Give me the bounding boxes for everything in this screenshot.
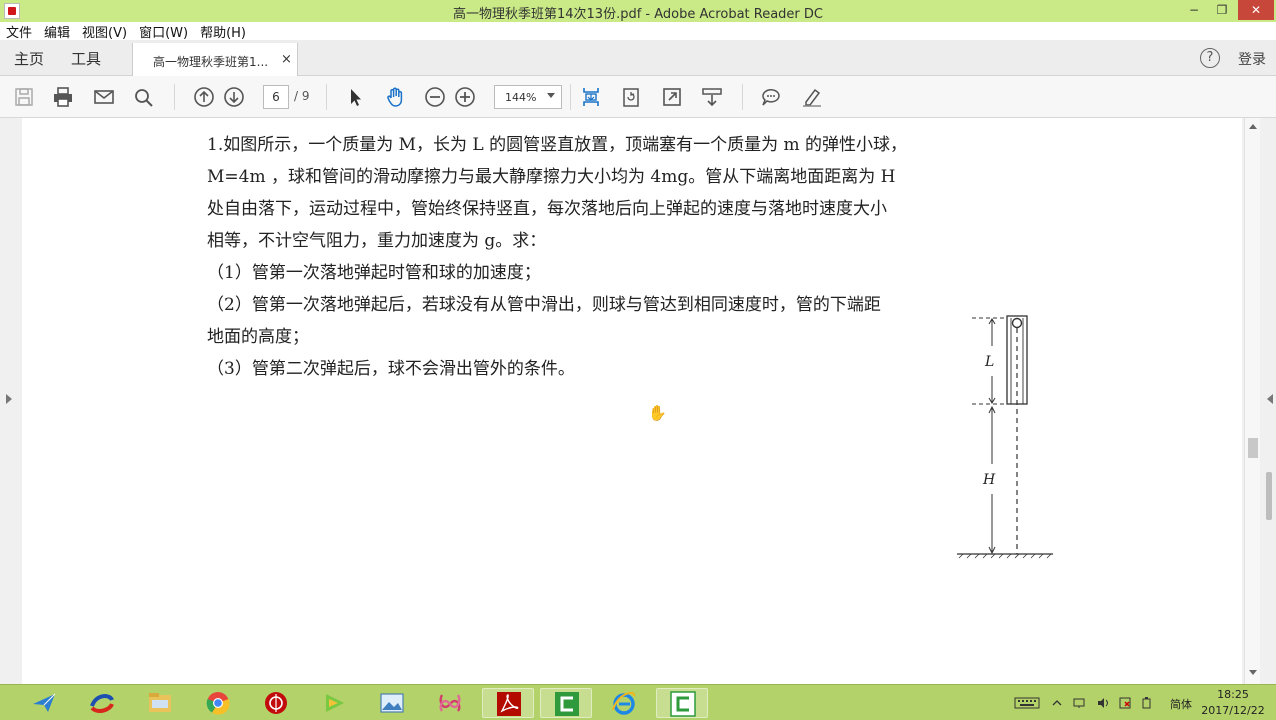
- document-area: 1.如图所示，一个质量为 M，长为 L 的圆管竖直放置，顶端塞有一个质量为 m …: [0, 118, 1276, 684]
- question-1: （1）管第一次落地弹起时管和球的加速度；: [207, 263, 541, 283]
- tube-figure: L H: [957, 315, 1053, 559]
- hand-tool-icon[interactable]: [384, 86, 408, 108]
- network-icon[interactable]: [1072, 697, 1086, 709]
- right-panel-rail: [1262, 118, 1276, 684]
- menu-help[interactable]: 帮助(H): [200, 22, 246, 41]
- keyboard-icon[interactable]: [1014, 697, 1040, 709]
- fullscreen-icon[interactable]: [660, 86, 684, 108]
- question-2-continued: 地面的高度；: [207, 327, 309, 347]
- question-3: （3）管第二次弹起后，球不会滑出管外的条件。: [207, 359, 575, 379]
- title-bar: 高一物理秋季班第14次13份.pdf - Adobe Acrobat Reade…: [0, 0, 1276, 22]
- photo-viewer-icon[interactable]: [366, 688, 418, 718]
- power-icon[interactable]: [1140, 697, 1154, 709]
- right-panel-scroll-thumb[interactable]: [1266, 472, 1272, 520]
- tray-expand-icon[interactable]: [1052, 697, 1062, 709]
- figure-label-H: H: [982, 472, 996, 488]
- email-icon[interactable]: [92, 86, 116, 108]
- toolbar: 6 / 9 144%: [0, 76, 1276, 118]
- camtasia-recorder-icon[interactable]: [656, 688, 708, 718]
- media-player-icon[interactable]: [308, 688, 360, 718]
- acrobat-icon[interactable]: [482, 688, 534, 718]
- toolbar-separator: [742, 84, 743, 110]
- scrollbar-thumb[interactable]: [1248, 438, 1258, 458]
- hand-cursor-icon: ✋: [648, 404, 667, 422]
- pdf-page: 1.如图所示，一个质量为 M，长为 L 的圆管竖直放置，顶端塞有一个质量为 m …: [22, 118, 1242, 684]
- problem-line: 处自由落下，运动过程中，管始终保持竖直，每次落地后向上弹起的速度与落地时速度大小: [207, 199, 887, 219]
- action-center-icon[interactable]: [1118, 697, 1132, 709]
- zoom-in-icon[interactable]: [453, 86, 477, 108]
- menu-bar: 文件 编辑 视图(V) 窗口(W) 帮助(H): [0, 22, 1276, 41]
- ie-swirl-icon[interactable]: [76, 688, 128, 718]
- clock-date[interactable]: 2017/12/22: [1196, 704, 1270, 717]
- menu-file[interactable]: 文件: [6, 22, 32, 41]
- chrome-icon[interactable]: [192, 688, 244, 718]
- print-icon[interactable]: [51, 86, 75, 108]
- help-button[interactable]: ?: [1200, 48, 1220, 68]
- close-window-button[interactable]: ✕: [1238, 0, 1274, 20]
- bird-icon[interactable]: [18, 688, 70, 718]
- fit-page-icon[interactable]: [579, 86, 603, 108]
- toolbar-separator: [570, 84, 571, 110]
- menu-view[interactable]: 视图(V): [82, 22, 127, 41]
- expand-left-panel-icon[interactable]: [6, 394, 12, 404]
- comment-icon[interactable]: [759, 86, 783, 108]
- save-icon[interactable]: [12, 86, 36, 108]
- input-method-indicator[interactable]: 简体: [1170, 696, 1192, 712]
- menu-edit[interactable]: 编辑: [44, 22, 70, 41]
- netease-music-icon[interactable]: [250, 688, 302, 718]
- left-panel-rail: [0, 118, 20, 684]
- search-icon[interactable]: [132, 86, 156, 108]
- zoom-out-icon[interactable]: [423, 86, 447, 108]
- expand-right-panel-icon[interactable]: [1267, 394, 1273, 404]
- tab-home[interactable]: 主页: [14, 48, 44, 69]
- menu-window[interactable]: 窗口(W): [139, 22, 188, 41]
- question-2: （2）管第一次落地弹起后，若球没有从管中滑出，则球与管达到相同速度时，管的下端距: [207, 295, 881, 315]
- taskbar: 简体 18:25 2017/12/22: [0, 684, 1276, 720]
- restore-button[interactable]: ❐: [1208, 0, 1236, 20]
- scroll-up-icon[interactable]: [1249, 124, 1257, 129]
- xmind-icon[interactable]: [424, 688, 476, 718]
- internet-explorer-icon[interactable]: [598, 688, 650, 718]
- next-page-icon[interactable]: [222, 86, 246, 108]
- zoom-select[interactable]: 144%: [494, 85, 562, 109]
- chevron-down-icon: [547, 93, 555, 98]
- problem-line: 1.如图所示，一个质量为 M，长为 L 的圆管竖直放置，顶端塞有一个质量为 m …: [207, 135, 908, 155]
- problem-line: 相等，不计空气阻力，重力加速度为 g。求：: [207, 231, 547, 251]
- toolbar-separator: [174, 84, 175, 110]
- minimize-button[interactable]: −: [1180, 0, 1208, 20]
- volume-icon[interactable]: [1096, 697, 1110, 709]
- vertical-scrollbar[interactable]: [1244, 118, 1260, 684]
- clock-time[interactable]: 18:25: [1200, 688, 1266, 701]
- figure-label-L: L: [984, 354, 994, 370]
- tab-tools[interactable]: 工具: [71, 48, 101, 69]
- login-button[interactable]: 登录: [1238, 49, 1266, 69]
- tab-document-label: 高一物理秋季班第1...: [153, 55, 269, 69]
- highlight-pen-icon[interactable]: [800, 86, 824, 108]
- rotate-view-icon[interactable]: [619, 86, 643, 108]
- previous-page-icon[interactable]: [192, 86, 216, 108]
- tab-bar: 主页 工具 高一物理秋季班第1... ×: [0, 40, 1276, 77]
- scroll-down-icon[interactable]: [1249, 670, 1257, 675]
- problem-line: M=4m ，球和管间的滑动摩擦力与最大静摩擦力大小均为 4mg。管从下端离地面距…: [207, 167, 896, 187]
- zoom-value: 144%: [505, 91, 537, 104]
- page-total: / 9: [294, 89, 310, 103]
- file-explorer-icon[interactable]: [134, 688, 186, 718]
- toolbar-separator: [326, 84, 327, 110]
- tab-close-button[interactable]: ×: [281, 52, 292, 67]
- camtasia-icon[interactable]: [540, 688, 592, 718]
- select-cursor-icon[interactable]: [343, 86, 367, 108]
- scroll-mode-icon[interactable]: [700, 86, 724, 108]
- window-title: 高一物理秋季班第14次13份.pdf - Adobe Acrobat Reade…: [452, 7, 823, 22]
- tab-document[interactable]: 高一物理秋季班第1... ×: [132, 43, 298, 77]
- page-number-input[interactable]: 6: [263, 85, 289, 109]
